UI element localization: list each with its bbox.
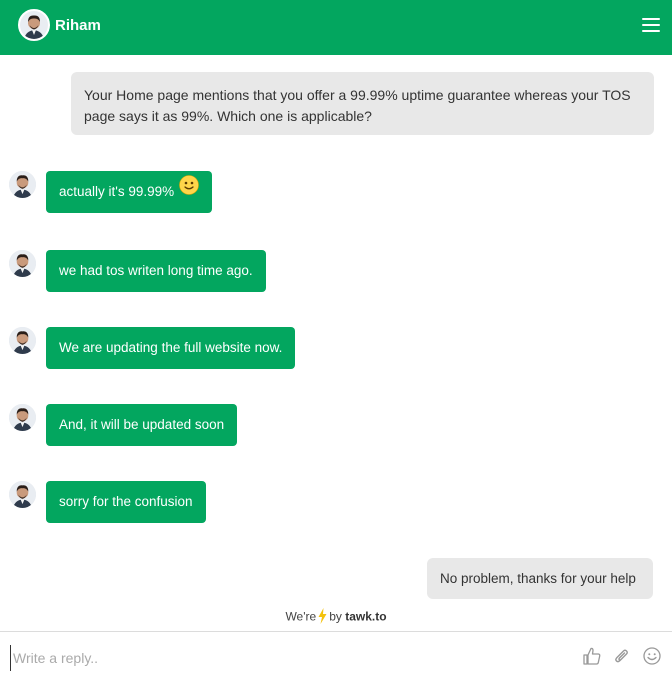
agent-message: And, it will be updated soon (46, 404, 238, 446)
thumbs-up-icon[interactable] (582, 646, 602, 666)
slightly-smiling-face-icon (179, 170, 199, 212)
powered-prefix: We're (285, 609, 317, 624)
agent-avatar (9, 481, 36, 508)
agent-name: Riham (55, 17, 101, 34)
agent-message-row: actually it's 99.99% (0, 171, 672, 213)
agent-message: actually it's 99.99% (46, 170, 213, 213)
agent-avatar (9, 250, 36, 277)
agent-avatar (9, 327, 36, 354)
agent-message-row: We are updating the full website now. (0, 327, 672, 369)
paperclip-icon[interactable] (612, 646, 632, 666)
agent-avatar (9, 404, 36, 431)
agent-avatar (9, 171, 36, 198)
agent-message: We are updating the full website now. (46, 327, 296, 369)
emoji-icon[interactable] (642, 646, 662, 666)
chat-header: Riham (0, 0, 672, 55)
visitor-message: No problem, thanks for your help (427, 558, 653, 599)
reply-input[interactable] (10, 645, 555, 671)
hamburger-menu-icon[interactable] (642, 18, 660, 32)
powered-by[interactable]: We're by tawk.to (0, 608, 672, 627)
footer-divider (0, 631, 672, 632)
agent-message: we had tos writen long time ago. (46, 250, 266, 292)
agent-message: sorry for the confusion (46, 481, 206, 523)
powered-by-label: by (329, 609, 342, 624)
lightning-bolt-icon (318, 608, 327, 627)
agent-message-row: And, it will be updated soon (0, 404, 672, 446)
agent-avatar (18, 9, 50, 41)
agent-message-row: we had tos writen long time ago. (0, 250, 672, 292)
brand-name: tawk.to (345, 609, 387, 624)
agent-message-row: sorry for the confusion (0, 481, 672, 523)
visitor-message: Your Home page mentions that you offer a… (71, 72, 654, 135)
agent-message-text: actually it's 99.99% (59, 184, 175, 199)
